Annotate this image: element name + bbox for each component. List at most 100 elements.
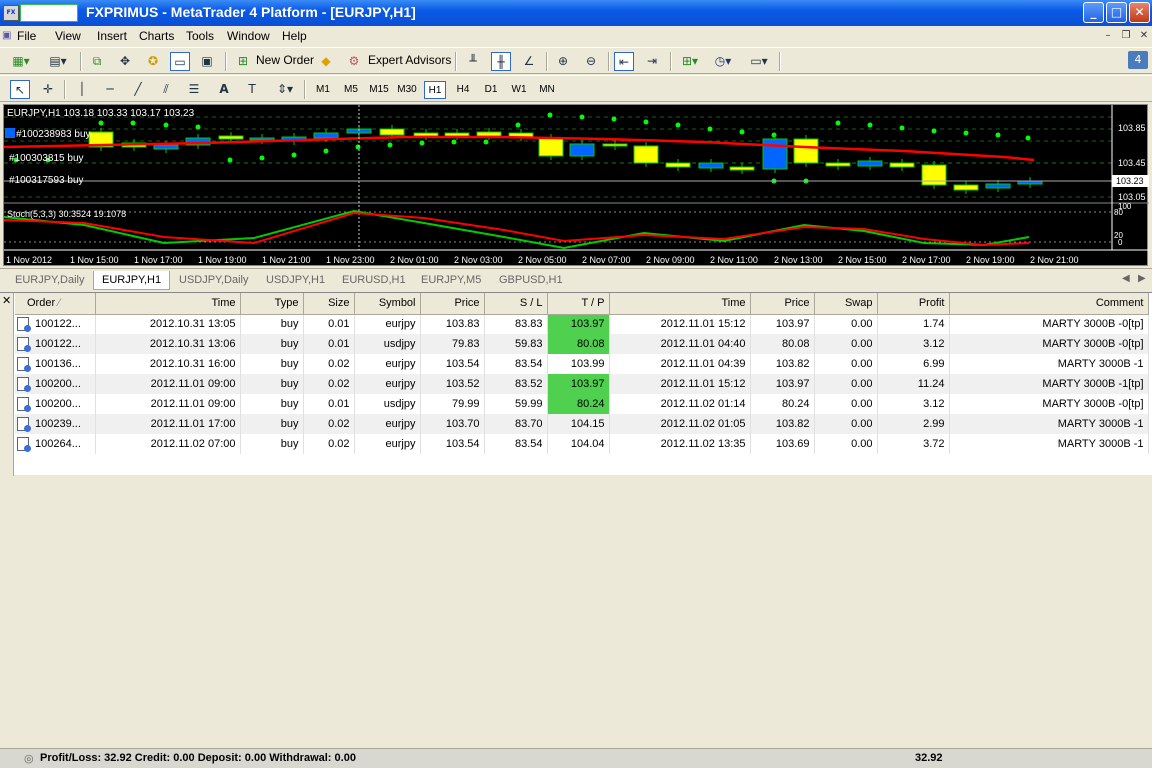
column-tp[interactable]: T / P [547, 293, 610, 315]
horizontal-line-icon[interactable]: ─ [100, 80, 120, 99]
table-row[interactable]: 100136... 2012.10.31 16:00 buy 0.02 eurjpy 10… [15, 354, 1149, 374]
arrows-icon[interactable]: ⇕▾ [272, 80, 298, 99]
timeframe-m5[interactable]: M5 [340, 81, 362, 99]
maximize-button[interactable]: □ [1106, 2, 1127, 23]
column-price[interactable]: Price [420, 293, 485, 315]
table-row[interactable]: 100200... 2012.11.01 09:00 buy 0.02 eurjpy 10… [15, 374, 1149, 394]
data-window-icon[interactable]: ✪ [143, 52, 163, 71]
candlestick-icon[interactable]: ╫ [491, 52, 511, 71]
mdi-close-icon[interactable]: ✕ [1136, 29, 1152, 43]
bar-chart-icon[interactable]: ╨ [463, 52, 483, 71]
timeframe-m15[interactable]: M15 [367, 81, 391, 99]
new-chart-icon[interactable]: ▦▾ [8, 52, 34, 71]
expert-advisors-button[interactable]: Expert Advisors [368, 53, 451, 67]
column-open-time[interactable]: Time [95, 293, 241, 315]
column-order[interactable]: Order ⁄ [15, 293, 96, 315]
market-watch-icon[interactable]: ⧉ [87, 52, 107, 71]
price-chart[interactable]: EURJPY,H1 103.18 103.33 103.17 103.23 #1… [3, 104, 1149, 266]
minimize-button[interactable]: _ [1083, 2, 1104, 23]
menu-view[interactable]: View [55, 29, 81, 43]
column-close-time[interactable]: Time [609, 293, 751, 315]
table-row[interactable]: 100264... 2012.11.02 07:00 buy 0.02 eurjpy 10… [15, 434, 1149, 454]
tab-usdjpy-daily[interactable]: USDJPY,Daily [171, 271, 257, 290]
timeframe-h1[interactable]: H1 [424, 81, 446, 99]
column-comment[interactable]: Comment [949, 293, 1149, 315]
new-order-icon[interactable]: ⊞ [233, 52, 253, 71]
fibonacci-icon[interactable]: ☰ [184, 80, 204, 99]
vertical-line-icon[interactable]: │ [72, 80, 92, 99]
timeframe-m1[interactable]: M1 [312, 81, 334, 99]
profiles-icon[interactable]: ▤▾ [45, 52, 71, 71]
chart-menu-icon[interactable]: ▣ [2, 30, 11, 41]
mdi-restore-icon[interactable]: ❐ [1118, 29, 1134, 43]
new-order-button[interactable]: New Order [256, 53, 314, 67]
tab-eurjpy-m5[interactable]: EURJPY,M5 [413, 271, 489, 290]
candle-body [379, 128, 405, 136]
timeframe-mn[interactable]: MN [536, 81, 558, 99]
terminal-close-icon[interactable]: ✕ [2, 295, 14, 307]
line-chart-icon[interactable]: ∠ [519, 52, 539, 71]
separator [608, 52, 610, 71]
column-close-price[interactable]: Price [750, 293, 815, 315]
column-sl[interactable]: S / L [484, 293, 548, 315]
strategy-tester-icon[interactable]: ▣ [197, 52, 217, 71]
timeframe-w1[interactable]: W1 [508, 81, 530, 99]
close-button[interactable]: ✕ [1129, 2, 1150, 23]
menu-file[interactable]: File [17, 29, 36, 43]
table-row[interactable]: 100239... 2012.11.01 17:00 buy 0.02 eurjpy 10… [15, 414, 1149, 434]
metaeditor-icon[interactable]: ◆ [316, 52, 336, 71]
expert-advisors-icon[interactable]: ⚙ [344, 52, 364, 71]
indicators-icon[interactable]: ⊞▾ [677, 52, 703, 71]
periods-icon[interactable]: ◷▾ [710, 52, 736, 71]
tab-eurusd-h1[interactable]: EURUSD,H1 [334, 271, 414, 290]
tab-scroll-left-icon[interactable]: ◀ [1122, 273, 1130, 284]
column-symbol[interactable]: Symbol [354, 293, 421, 315]
cell-close-price: 103.97 [750, 374, 815, 394]
timeframe-h4[interactable]: H4 [452, 81, 474, 99]
menu-help[interactable]: Help [282, 29, 307, 43]
navigator-icon[interactable]: ✥ [115, 52, 135, 71]
zoom-in-icon[interactable]: ⊕ [553, 52, 573, 71]
menu-charts[interactable]: Charts [139, 29, 174, 43]
menu-insert[interactable]: Insert [97, 29, 127, 43]
cell-price: 103.70 [420, 414, 485, 434]
menu-tools[interactable]: Tools [186, 29, 214, 43]
timeframe-d1[interactable]: D1 [480, 81, 502, 99]
terminal-icon[interactable]: ▭ [170, 52, 190, 71]
crosshair-icon[interactable]: ✛ [38, 80, 58, 99]
cell-close-time: 2012.11.01 04:40 [609, 334, 751, 354]
text-icon[interactable]: A [214, 80, 234, 99]
column-size[interactable]: Size [303, 293, 355, 315]
column-type[interactable]: Type [240, 293, 304, 315]
time-label: 2 Nov 01:00 [390, 255, 439, 265]
trendline-icon[interactable]: ╱ [128, 80, 148, 99]
time-label: 2 Nov 09:00 [646, 255, 695, 265]
cell-close-time: 2012.11.02 13:35 [609, 434, 751, 454]
sar-dot [899, 125, 905, 131]
table-row[interactable]: 100200... 2012.11.01 09:00 buy 0.01 usdjpy 79… [15, 394, 1149, 414]
table-row[interactable]: 100122... 2012.10.31 13:05 buy 0.01 eurjpy 10… [15, 314, 1149, 334]
text-label-icon[interactable]: T [242, 80, 262, 99]
zoom-out-icon[interactable]: ⊖ [581, 52, 601, 71]
table-row[interactable]: 100122... 2012.10.31 13:06 buy 0.01 usdjpy 79… [15, 334, 1149, 354]
tab-eurjpy-h1[interactable]: EURJPY,H1 [93, 271, 171, 290]
mdi-minimize-icon[interactable]: – [1100, 29, 1116, 43]
notification-badge[interactable]: 4 [1128, 51, 1148, 69]
templates-icon[interactable]: ▭▾ [745, 52, 773, 71]
chart-shift-icon[interactable]: ⇥ [642, 52, 662, 71]
menu-window[interactable]: Window [227, 29, 270, 43]
order-label: #100238983 buy [16, 129, 91, 140]
time-label: 2 Nov 15:00 [838, 255, 887, 265]
tab-scroll-right-icon[interactable]: ▶ [1138, 273, 1146, 284]
equidistant-channel-icon[interactable]: ⫽ [156, 80, 176, 99]
column-swap[interactable]: Swap [814, 293, 878, 315]
candle-body [476, 131, 502, 137]
tab-usdjpy-h1[interactable]: USDJPY,H1 [258, 271, 333, 290]
auto-scroll-icon[interactable]: ⇤ [614, 52, 634, 71]
column-profit[interactable]: Profit [877, 293, 950, 315]
tab-gbpusd-h1[interactable]: GBPUSD,H1 [491, 271, 571, 290]
tab-eurjpy-daily[interactable]: EURJPY,Daily [7, 271, 93, 290]
cursor-icon[interactable]: ↖ [10, 80, 30, 99]
timeframe-m30[interactable]: M30 [395, 81, 419, 99]
cell-sl: 83.54 [484, 434, 548, 454]
